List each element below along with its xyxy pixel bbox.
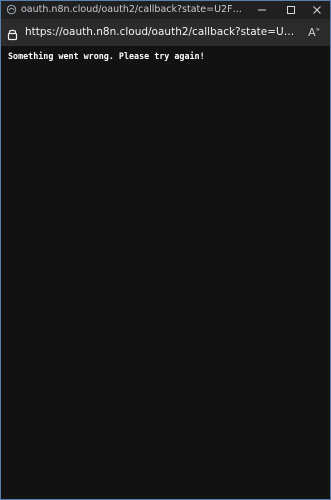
url-field[interactable]: https://oauth.n8n.cloud/oauth2/callback?… — [25, 19, 300, 46]
lock-icon[interactable] — [7, 26, 18, 41]
minimize-button[interactable] — [248, 1, 276, 19]
window-title: oauth.n8n.cloud/oauth2/callback?state=U2… — [21, 4, 246, 15]
title-bar: oauth.n8n.cloud/oauth2/callback?state=U2… — [1, 1, 330, 19]
close-button[interactable] — [303, 1, 330, 19]
close-icon — [313, 6, 321, 14]
browser-window: oauth.n8n.cloud/oauth2/callback?state=U2… — [0, 0, 331, 500]
read-aloud-icon[interactable]: A» — [304, 24, 324, 41]
minimize-icon — [258, 9, 266, 11]
error-message: Something went wrong. Please try again! — [8, 51, 205, 61]
maximize-button[interactable] — [277, 1, 305, 19]
page-content: Something went wrong. Please try again! — [1, 46, 330, 499]
maximize-icon — [287, 6, 295, 14]
address-bar[interactable]: https://oauth.n8n.cloud/oauth2/callback?… — [1, 19, 330, 46]
browser-icon — [6, 4, 17, 15]
